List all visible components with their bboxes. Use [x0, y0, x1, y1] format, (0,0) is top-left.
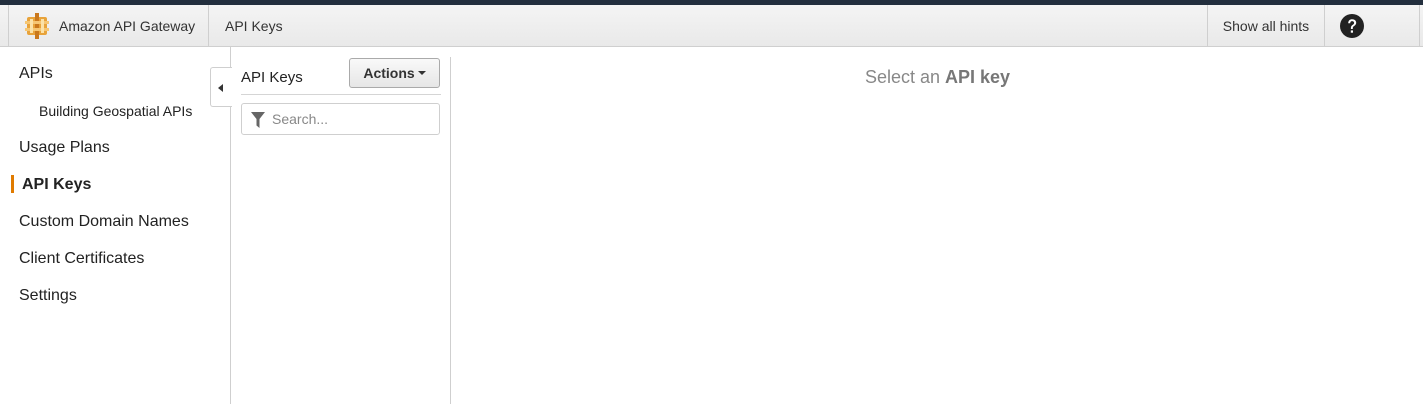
sidebar-item-usage-plans[interactable]: Usage Plans: [19, 139, 110, 157]
actions-label: Actions: [363, 65, 415, 81]
message-emphasis: API key: [945, 67, 1011, 87]
search-input[interactable]: [272, 104, 432, 134]
sidebar-item-client-certificates[interactable]: Client Certificates: [19, 250, 144, 268]
breadcrumb[interactable]: API Keys: [210, 5, 283, 46]
chevron-left-icon: [218, 84, 223, 92]
brand-home-link[interactable]: Amazon API Gateway: [9, 5, 209, 46]
collapse-sidebar-button[interactable]: [210, 67, 232, 107]
sidebar-item-building-geospatial-apis[interactable]: Building Geospatial APIs: [39, 103, 192, 119]
sidebar-item-custom-domain-names[interactable]: Custom Domain Names: [19, 213, 189, 231]
navbar-divider: [1419, 5, 1420, 46]
api-gateway-logo-icon: [25, 12, 49, 39]
message-prefix: Select an: [864, 67, 940, 87]
show-all-hints-button[interactable]: Show all hints: [1207, 5, 1325, 46]
caret-down-icon: [417, 71, 426, 75]
empty-selection-message: Select an API key: [452, 67, 1423, 88]
sidebar: APIs Building Geospatial APIs Usage Plan…: [0, 47, 231, 404]
active-indicator: [11, 175, 14, 193]
top-navbar: Amazon API Gateway API Keys Show all hin…: [0, 5, 1423, 47]
sidebar-item-settings[interactable]: Settings: [19, 287, 77, 305]
list-title: API Keys: [241, 69, 303, 86]
search-box[interactable]: [241, 103, 440, 135]
sidebar-item-apis[interactable]: APIs: [19, 65, 53, 83]
sidebar-item-api-keys[interactable]: API Keys: [22, 176, 91, 194]
question-circle-icon[interactable]: [1339, 13, 1365, 39]
api-keys-list-pane: API Keys Actions: [231, 57, 451, 404]
divider: [241, 94, 441, 95]
filter-icon: [251, 112, 265, 128]
actions-dropdown-button[interactable]: Actions: [349, 58, 440, 88]
brand-label: Amazon API Gateway: [59, 17, 196, 34]
